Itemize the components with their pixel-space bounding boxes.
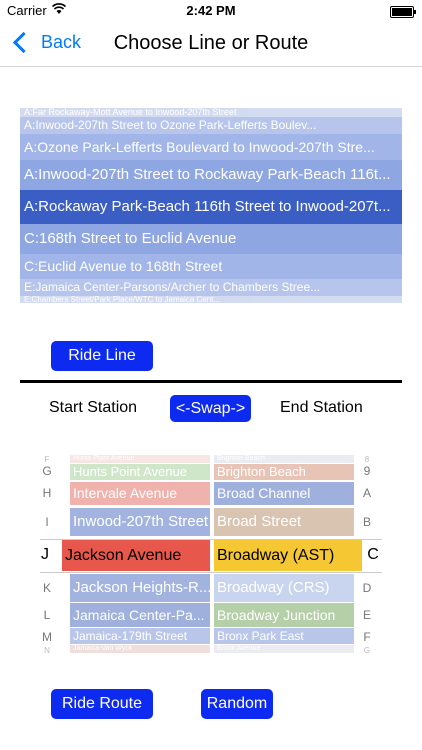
line-option[interactable]: E:Jamaica Center-Parsons/Archer to Chamb… — [20, 279, 402, 296]
row-letter: I — [45, 515, 49, 529]
row-letter: 9 — [363, 464, 371, 478]
start-station-label: Start Station — [49, 399, 138, 416]
row-letter: F — [363, 630, 371, 644]
battery-icon — [390, 6, 416, 18]
random-button[interactable]: Random — [201, 689, 273, 719]
row-letter: M — [42, 630, 52, 644]
line-picker[interactable]: A:Far Rockaway-Mott Avenue to Inwood-207… — [20, 108, 402, 303]
line-option[interactable]: A:Far Rockaway-Mott Avenue to Inwood-207… — [20, 108, 402, 117]
end-station-option[interactable]: Bronx Park East — [214, 628, 354, 644]
row-letter: B — [362, 515, 371, 529]
line-option[interactable]: A:Inwood-207th Street to Rockaway Park-B… — [20, 160, 402, 190]
navigation-bar: Back Choose Line or Route — [0, 22, 422, 67]
divider — [20, 380, 402, 383]
start-station-option[interactable]: Jamaica-Van Wyck — [70, 645, 210, 653]
ride-line-button[interactable]: Ride Line — [51, 341, 153, 371]
start-station-option[interactable]: Intervale Avenue — [70, 482, 210, 505]
row-letter: G — [363, 646, 371, 655]
row-letter: H — [42, 486, 52, 500]
end-station-option[interactable]: Brook Avenue — [214, 645, 354, 653]
end-station-option[interactable]: Broadway (CRS) — [214, 574, 354, 602]
selection-bottom-line — [40, 572, 382, 573]
start-station-selected[interactable]: Jackson Avenue — [62, 540, 210, 571]
end-station-label: End Station — [280, 399, 363, 416]
row-letter: F — [44, 455, 50, 464]
swap-button[interactable]: <-Swap-> — [170, 395, 251, 422]
status-bar: Carrier 2:42 PM — [0, 0, 422, 22]
start-station-option[interactable]: Hunts Point Avenue — [70, 464, 210, 480]
row-letter: K — [42, 581, 51, 595]
end-station-option[interactable]: Brighton Beach — [214, 464, 354, 480]
line-option[interactable]: A:Ozone Park-Lefferts Boulevard to Inwoo… — [20, 134, 402, 160]
ride-route-button[interactable]: Ride Route — [51, 689, 153, 719]
row-letter: C — [367, 546, 379, 563]
row-letter: D — [362, 581, 372, 595]
line-option[interactable]: C:Euclid Avenue to 168th Street — [20, 254, 402, 279]
end-station-option[interactable]: Broad Street — [214, 508, 354, 536]
end-station-option[interactable]: Brighton Beach — [214, 455, 354, 463]
start-station-option[interactable]: Jamaica Center-Pa... — [70, 603, 210, 627]
line-option[interactable]: A:Inwood-207th Street to Ozone Park-Leff… — [20, 117, 402, 134]
row-letter: G — [42, 464, 52, 478]
start-station-option[interactable]: Jamaica-179th Street — [70, 628, 210, 644]
station-picker[interactable]: F Hunts Point Avenue Brighton Beach 8 G … — [40, 455, 382, 655]
line-option[interactable]: E:Chambers Street/Park Place/WTC to Jama… — [20, 296, 402, 303]
end-station-selected[interactable]: Broadway (AST) — [214, 540, 362, 571]
page-title: Choose Line or Route — [113, 32, 309, 54]
start-station-option[interactable]: Hunts Point Avenue — [70, 455, 210, 463]
row-letter: J — [41, 546, 49, 563]
line-option-selected[interactable]: A:Rockaway Park-Beach 116th Street to In… — [20, 190, 402, 224]
start-station-option[interactable]: Jackson Heights-R... — [70, 574, 210, 602]
row-letter: 8 — [364, 455, 370, 464]
line-option[interactable]: C:168th Street to Euclid Avenue — [20, 224, 402, 254]
end-station-option[interactable]: Broad Channel — [214, 482, 354, 505]
row-letter: L — [43, 608, 51, 622]
clock: 2:42 PM — [186, 3, 236, 18]
row-letter: N — [44, 646, 50, 655]
row-letter: A — [362, 486, 371, 500]
start-station-option[interactable]: Inwood-207th Street — [70, 508, 210, 536]
row-letter: E — [362, 608, 371, 622]
end-station-option[interactable]: Broadway Junction — [214, 603, 354, 627]
